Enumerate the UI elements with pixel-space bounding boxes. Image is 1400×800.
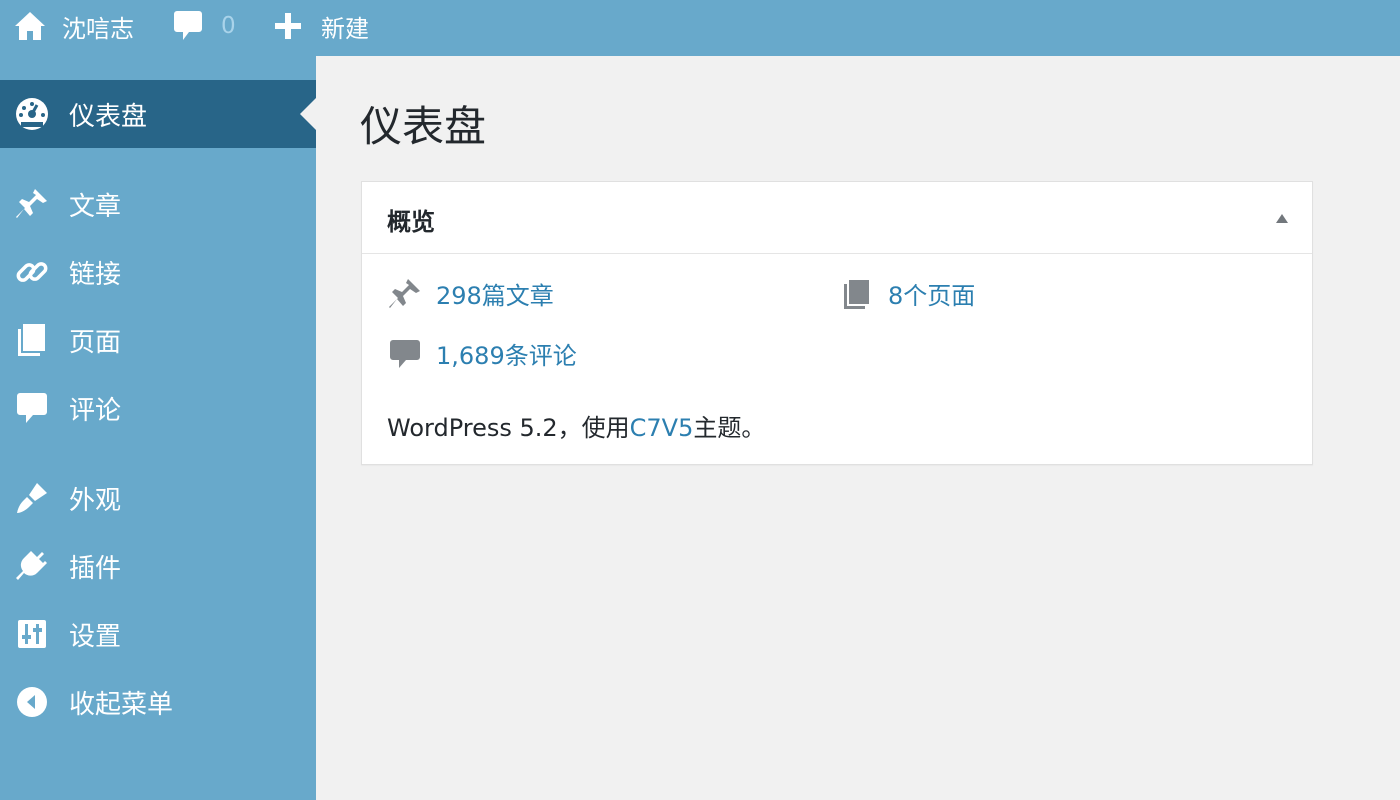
pages-count: 8个页面 — [888, 282, 976, 310]
pushpin-icon — [15, 187, 49, 221]
wp-version-text: WordPress 5.2，使用C7V5主题。 — [387, 408, 765, 443]
collapse-menu-button[interactable]: 收起菜单 — [0, 672, 316, 732]
comments-count: 1,689条评论 — [436, 342, 577, 370]
overview-header[interactable]: 概览 — [362, 182, 1312, 254]
menu-label-plugins: 插件 — [69, 553, 122, 584]
pages-icon — [15, 323, 49, 357]
menu-item-comments[interactable]: 评论 — [0, 378, 316, 438]
menu-label-links: 链接 — [69, 259, 122, 290]
glance-pages-link[interactable]: 8个页面 — [840, 276, 975, 311]
collapse-icon — [15, 685, 49, 719]
plugin-icon — [15, 549, 49, 583]
plus-icon — [274, 12, 302, 40]
overview-widget: 概览 298篇文章 8个页面 1,689条评论 WordPress 5.2，使用… — [361, 181, 1313, 465]
admin-menu: 仪表盘 文章 链接 页面 评论 外观 插件 设置 收起菜单 — [0, 56, 316, 800]
menu-item-plugins[interactable]: 插件 — [0, 536, 316, 596]
new-label: 新建 — [321, 14, 369, 43]
dashboard-icon — [15, 97, 49, 131]
pushpin-icon — [388, 277, 422, 311]
comment-icon — [388, 337, 422, 371]
paintbrush-icon — [15, 481, 49, 515]
menu-label-pages: 页面 — [69, 327, 122, 358]
site-home-link[interactable]: 沈唁志 — [14, 0, 134, 52]
menu-item-appearance[interactable]: 外观 — [0, 468, 316, 528]
home-icon — [14, 11, 46, 41]
menu-label-comments: 评论 — [69, 395, 122, 426]
glance-comments-link[interactable]: 1,689条评论 — [388, 336, 577, 371]
menu-item-links[interactable]: 链接 — [0, 242, 316, 302]
version-prefix: WordPress 5.2，使用 — [387, 414, 630, 442]
version-suffix: 主题。 — [693, 414, 766, 442]
site-name: 沈唁志 — [62, 14, 134, 43]
page-title: 仪表盘 — [360, 102, 487, 151]
pages-icon — [840, 277, 874, 311]
settings-icon — [15, 617, 49, 651]
comments-count: 0 — [221, 13, 236, 39]
theme-link[interactable]: C7V5 — [630, 414, 694, 442]
menu-item-settings[interactable]: 设置 — [0, 604, 316, 664]
link-icon — [15, 255, 49, 289]
menu-item-pages[interactable]: 页面 — [0, 310, 316, 370]
posts-count: 298篇文章 — [436, 282, 554, 310]
menu-label-collapse: 收起菜单 — [69, 689, 174, 720]
menu-label-settings: 设置 — [69, 621, 122, 652]
menu-item-dashboard[interactable]: 仪表盘 — [0, 80, 316, 148]
admin-bar: 沈唁志 0 新建 — [0, 0, 1400, 56]
new-content-button[interactable]: 新建 — [274, 0, 369, 52]
menu-item-posts[interactable]: 文章 — [0, 174, 316, 234]
menu-label-appearance: 外观 — [69, 485, 122, 516]
toggle-panel-button[interactable] — [1270, 206, 1294, 230]
comment-icon — [173, 10, 203, 42]
menu-label-dashboard: 仪表盘 — [69, 101, 148, 132]
menu-label-posts: 文章 — [69, 191, 122, 222]
overview-title: 概览 — [387, 208, 435, 236]
adminbar-comments-link[interactable]: 0 — [173, 0, 236, 52]
glance-posts-link[interactable]: 298篇文章 — [388, 276, 554, 311]
comment-icon — [15, 391, 49, 425]
